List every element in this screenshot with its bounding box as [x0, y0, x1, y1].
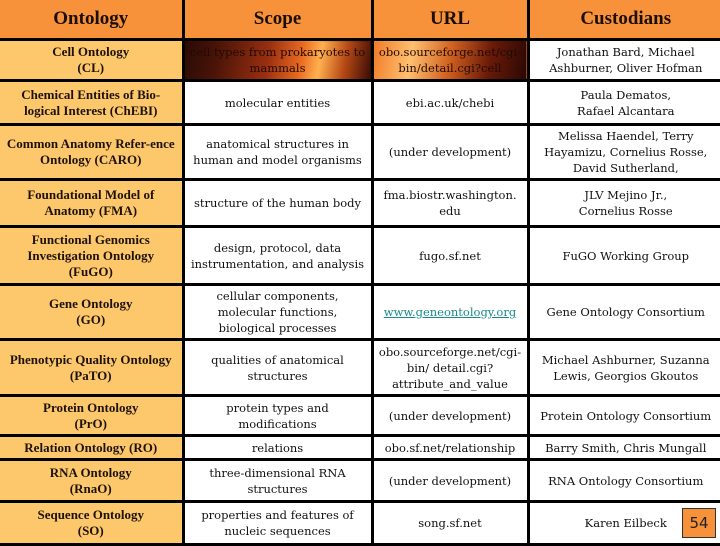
page-number: 54 [682, 508, 716, 538]
url-cell: fugo.sf.net [370, 225, 530, 286]
url-cell: (under development) [370, 123, 530, 181]
header-url: URL [370, 0, 530, 41]
custodians-cell: Protein Ontology Consortium [526, 394, 720, 437]
scope-cell: anatomical structures in human and model… [181, 123, 374, 181]
header-scope: Scope [181, 0, 374, 41]
custodians-cell: RNA Ontology Consortium [526, 458, 720, 503]
scope-cell: cell types from prokaryotes to mammals [181, 38, 374, 82]
scope-cell: protein types and modifications [181, 394, 374, 437]
ontology-cell: RNA Ontology (RnaO) [0, 458, 185, 503]
table-row: Cell Ontology (CL) cell types from prokar… [0, 38, 720, 82]
custodians-cell: Melissa Haendel, Terry Hayamizu, Corneli… [526, 123, 720, 181]
url-cell: obo.sf.net/relationship [370, 434, 530, 461]
ontology-table: Ontology Scope URL Custodians Cell Ontol… [0, 0, 720, 546]
table-row: Functional Genomics Investigation Ontolo… [0, 225, 720, 286]
custodians-cell: JLV Mejino Jr., Cornelius Rosse [526, 178, 720, 228]
ontology-cell: Protein Ontology (PrO) [0, 394, 185, 437]
url-cell: www.geneontology.org [370, 283, 530, 341]
ontology-cell: Foundational Model of Anatomy (FMA) [0, 178, 185, 228]
scope-cell: cellular components, molecular functions… [181, 283, 374, 341]
scope-cell: structure of the human body [181, 178, 374, 228]
ontology-cell: Cell Ontology (CL) [0, 38, 185, 82]
url-cell: fma.biostr.washington. edu [370, 178, 530, 228]
table-row: Sequence Ontology (SO) properties and fea… [0, 500, 720, 546]
url-cell: song.sf.net [370, 500, 530, 546]
ontology-cell: Sequence Ontology (SO) [0, 500, 185, 546]
table-row: Gene Ontology (GO) cellular components, m… [0, 283, 720, 341]
url-cell: obo.sourceforge.net/cgi-bin/detail.cgi?c… [370, 38, 530, 82]
custodians-cell: Michael Ashburner, Suzanna Lewis, Georgi… [526, 338, 720, 397]
custodians-cell: Paula Dematos, Rafael Alcantara [526, 79, 720, 126]
table-row: Chemical Entities of Bio-logical Interes… [0, 79, 720, 126]
custodians-cell: Gene Ontology Consortium [526, 283, 720, 341]
table-row: Relation Ontology (RO) relations obo.sf.… [0, 434, 720, 461]
ontology-cell: Chemical Entities of Bio-logical Interes… [0, 79, 185, 126]
header-row: Ontology Scope URL Custodians [0, 0, 720, 41]
scope-cell: three-dimensional RNA structures [181, 458, 374, 503]
ontology-cell: Relation Ontology (RO) [0, 434, 185, 461]
header-ontology: Ontology [0, 0, 185, 41]
table-row: Common Anatomy Refer-ence Ontology (CARO… [0, 123, 720, 181]
geneontology-link[interactable]: www.geneontology.org [384, 305, 516, 319]
ontology-cell: Gene Ontology (GO) [0, 283, 185, 341]
custodians-cell: Jonathan Bard, Michael Ashburner, Oliver… [526, 38, 720, 82]
ontology-cell: Phenotypic Quality Ontology (PaTO) [0, 338, 185, 397]
url-cell: (under development) [370, 458, 530, 503]
scope-cell: relations [181, 434, 374, 461]
url-cell: obo.sourceforge.net/cgi-bin/ detail.cgi?… [370, 338, 530, 397]
scope-cell: qualities of anatomical structures [181, 338, 374, 397]
table-row: Protein Ontology (PrO) protein types and … [0, 394, 720, 437]
ontology-cell: Functional Genomics Investigation Ontolo… [0, 225, 185, 286]
scope-cell: molecular entities [181, 79, 374, 126]
ontology-cell: Common Anatomy Refer-ence Ontology (CARO… [0, 123, 185, 181]
scope-cell: properties and features of nucleic seque… [181, 500, 374, 546]
table-row: Phenotypic Quality Ontology (PaTO) qualit… [0, 338, 720, 397]
custodians-cell: Barry Smith, Chris Mungall [526, 434, 720, 461]
url-cell: (under development) [370, 394, 530, 437]
header-custodians: Custodians [526, 0, 720, 41]
scope-cell: design, protocol, data instrumentation, … [181, 225, 374, 286]
table-row: RNA Ontology (RnaO) three-dimensional RNA… [0, 458, 720, 503]
url-cell: ebi.ac.uk/chebi [370, 79, 530, 126]
table-row: Foundational Model of Anatomy (FMA) stru… [0, 178, 720, 228]
custodians-cell: FuGO Working Group [526, 225, 720, 286]
